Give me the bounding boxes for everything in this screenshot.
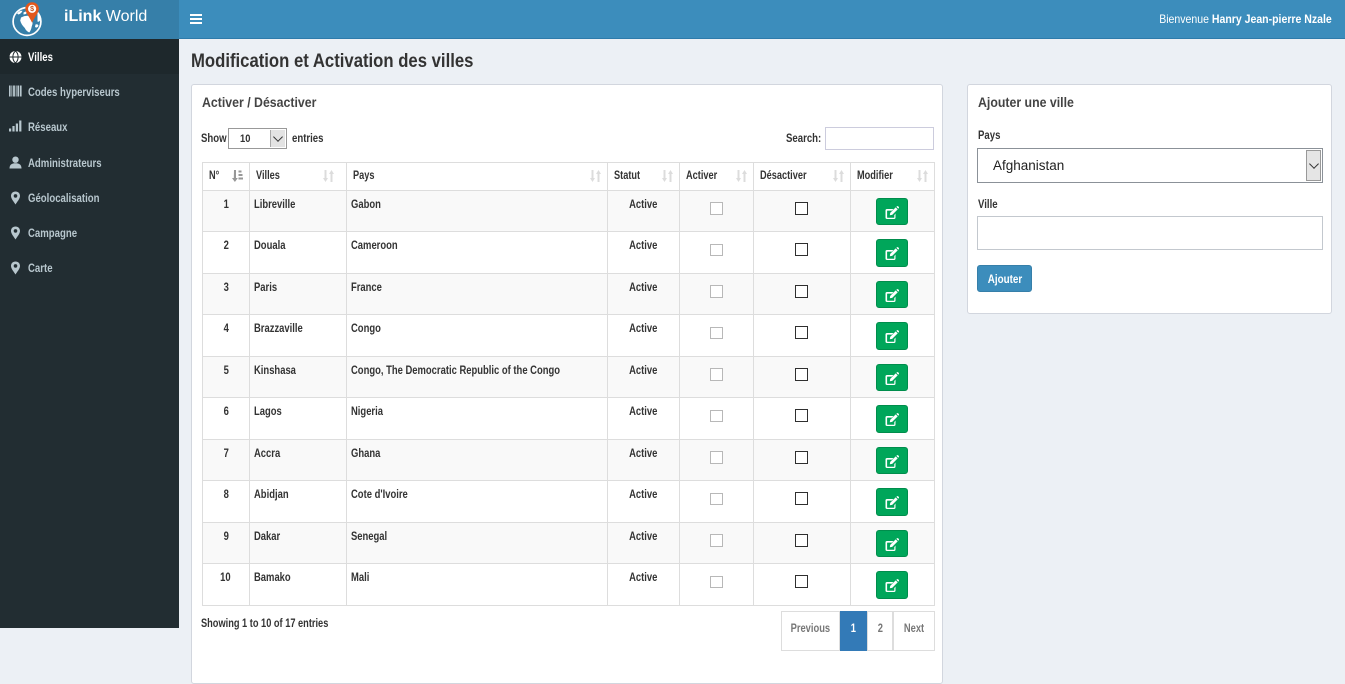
- svg-text:$: $: [30, 6, 34, 13]
